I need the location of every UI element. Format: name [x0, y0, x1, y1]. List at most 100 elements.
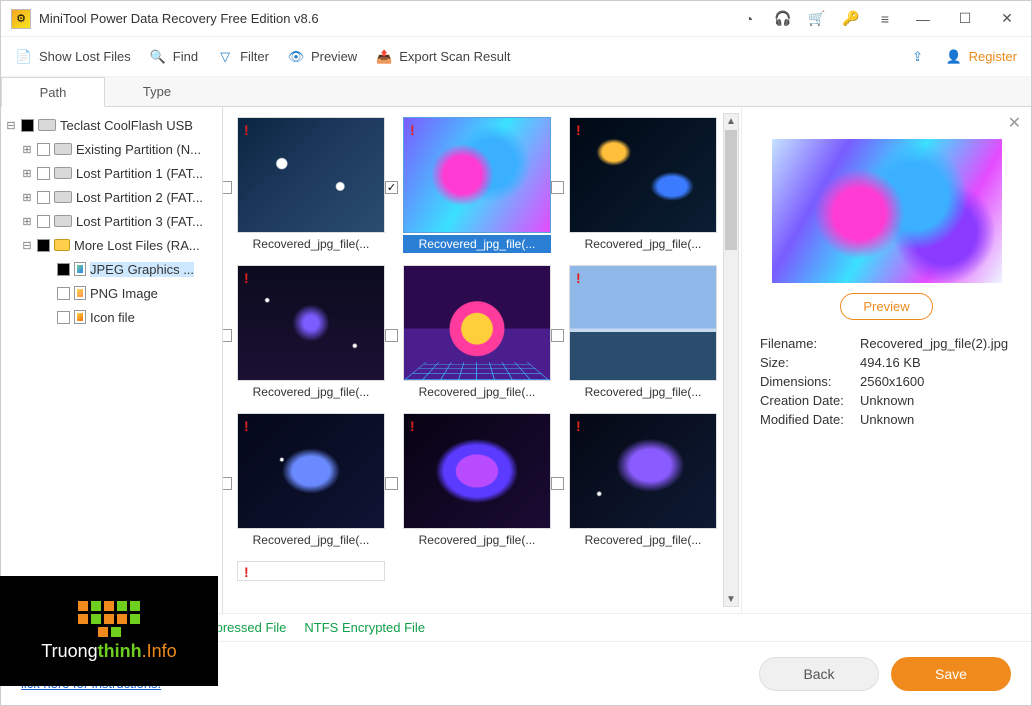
preview-button[interactable]: 👁 Preview [287, 48, 357, 66]
file-caption: Recovered_jpg_file(... [403, 383, 551, 401]
find-label: Find [173, 49, 198, 64]
scroll-up-icon[interactable]: ▲ [724, 114, 738, 128]
tree-item-existing[interactable]: ⊞ Existing Partition (N... [5, 137, 218, 161]
tree-item-lost1[interactable]: ⊞ Lost Partition 1 (FAT... [5, 161, 218, 185]
watermark-overlay: Truongthinh.Info [0, 576, 218, 686]
support-icon[interactable]: 🎧 [773, 9, 793, 29]
checkbox[interactable] [57, 287, 70, 300]
tab-path[interactable]: Path [1, 77, 105, 107]
filename-value: Recovered_jpg_file(2).jpg [860, 336, 1013, 351]
export-button[interactable]: 📤 Export Scan Result [375, 48, 510, 66]
scroll-handle[interactable] [725, 130, 737, 250]
eye-icon: 👁 [287, 48, 305, 66]
tree-item-png[interactable]: PNG Image [5, 281, 218, 305]
drive-icon [54, 215, 72, 227]
checkbox-checked[interactable]: ✓ [385, 181, 398, 194]
file-cell[interactable]: ! Recovered_jpg_file(... [567, 413, 719, 549]
preview-open-button[interactable]: Preview [840, 293, 932, 320]
drive-icon [54, 191, 72, 203]
thumbnail [404, 118, 550, 232]
raw-flag-icon: ! [244, 270, 249, 286]
share-icon: ⇪ [909, 48, 927, 66]
tabs: Path Type [1, 77, 1031, 107]
save-button[interactable]: Save [891, 657, 1011, 691]
file-cell[interactable]: ! Recovered_jpg_file(... [235, 413, 387, 549]
file-cell-selected[interactable]: ✓ ! Recovered_jpg_file(... [401, 117, 553, 253]
tree: ⊟ Teclast CoolFlash USB ⊞ Existing Parti… [1, 107, 223, 613]
tree-item-lost2[interactable]: ⊞ Lost Partition 2 (FAT... [5, 185, 218, 209]
expand-icon[interactable]: ⊞ [21, 191, 33, 204]
modified-date-label: Modified Date: [760, 412, 860, 427]
watermark-logo [74, 601, 144, 637]
checkbox[interactable] [37, 215, 50, 228]
checkbox[interactable] [551, 477, 564, 490]
scroll-down-icon[interactable]: ▼ [724, 592, 738, 606]
file-cell[interactable]: ! Recovered_jpg_file(... [401, 265, 553, 401]
file-caption: Recovered_jpg_file(... [403, 235, 551, 253]
checkbox[interactable] [551, 329, 564, 342]
thumbnail [238, 414, 384, 528]
app-title: MiniTool Power Data Recovery Free Editio… [39, 11, 739, 26]
checkbox[interactable] [57, 263, 70, 276]
user-icon: 👤 [945, 48, 963, 66]
tree-item-lost3[interactable]: ⊞ Lost Partition 3 (FAT... [5, 209, 218, 233]
expand-icon[interactable]: ⊞ [21, 143, 33, 156]
raw-flag-icon: ! [244, 418, 249, 434]
checkbox[interactable] [37, 239, 50, 252]
tree-root[interactable]: ⊟ Teclast CoolFlash USB [5, 113, 218, 137]
tree-item-more-lost[interactable]: ⊟ More Lost Files (RA... [5, 233, 218, 257]
show-lost-files-button[interactable]: 📄 Show Lost Files [15, 48, 131, 66]
scrollbar[interactable]: ▲ ▼ [723, 113, 739, 607]
checkbox[interactable] [223, 329, 232, 342]
tree-item-jpeg[interactable]: JPEG Graphics ... [5, 257, 218, 281]
file-cell[interactable]: ! Recovered_jpg_file(... [567, 265, 719, 401]
collapse-icon[interactable]: ⊟ [21, 239, 33, 252]
minimize-button[interactable]: — [909, 9, 937, 29]
refresh-icon[interactable]: ◔ [739, 9, 759, 29]
expand-icon[interactable]: ⊞ [21, 167, 33, 180]
checkbox[interactable] [385, 329, 398, 342]
checkbox[interactable] [37, 167, 50, 180]
raw-flag-icon: ! [410, 418, 415, 434]
png-file-icon [74, 286, 86, 300]
checkbox[interactable] [385, 477, 398, 490]
dimensions-value: 2560x1600 [860, 374, 1013, 389]
checkbox[interactable] [223, 477, 232, 490]
file-cell[interactable]: ! Recovered_jpg_file(... [235, 117, 387, 253]
register-label: Register [969, 49, 1017, 64]
file-cell[interactable]: ! Recovered_jpg_file(... [567, 117, 719, 253]
collapse-icon[interactable]: ⊟ [5, 119, 17, 132]
cart-icon[interactable]: 🛒 [807, 9, 827, 29]
preview-pane: ✕ Preview Filename:Recovered_jpg_file(2)… [741, 107, 1031, 613]
raw-flag-icon: ! [410, 122, 415, 138]
raw-flag-icon: ! [244, 122, 249, 138]
file-cell[interactable]: ! Recovered_jpg_file(... [401, 413, 553, 549]
thumbnail [238, 266, 384, 380]
checkbox[interactable] [551, 181, 564, 194]
checkbox[interactable] [21, 119, 34, 132]
menu-icon[interactable]: ≡ [875, 9, 895, 29]
checkbox[interactable] [37, 191, 50, 204]
tree-label: Lost Partition 1 (FAT... [76, 166, 203, 181]
tab-type[interactable]: Type [105, 77, 209, 106]
filter-button[interactable]: ▽ Filter [216, 48, 269, 66]
find-button[interactable]: 🔍 Find [149, 48, 198, 66]
checkbox[interactable] [223, 181, 232, 194]
close-preview-button[interactable]: ✕ [1008, 113, 1021, 133]
key-icon[interactable]: 🔑 [841, 9, 861, 29]
checkbox[interactable] [37, 143, 50, 156]
preview-label: Preview [311, 49, 357, 64]
file-cell-partial[interactable]: ! [235, 561, 387, 581]
tree-item-ico[interactable]: Icon file [5, 305, 218, 329]
export-icon: 📤 [375, 48, 393, 66]
tree-label: More Lost Files (RA... [74, 238, 200, 253]
close-button[interactable]: ✕ [993, 9, 1021, 29]
share-button[interactable]: ⇪ [909, 48, 927, 66]
expand-icon[interactable]: ⊞ [21, 215, 33, 228]
file-cell[interactable]: ! Recovered_jpg_file(... [235, 265, 387, 401]
maximize-button[interactable]: ☐ [951, 9, 979, 29]
back-button[interactable]: Back [759, 657, 879, 691]
watermark-text: Truongthinh.Info [41, 641, 176, 662]
register-button[interactable]: 👤 Register [945, 48, 1017, 66]
checkbox[interactable] [57, 311, 70, 324]
